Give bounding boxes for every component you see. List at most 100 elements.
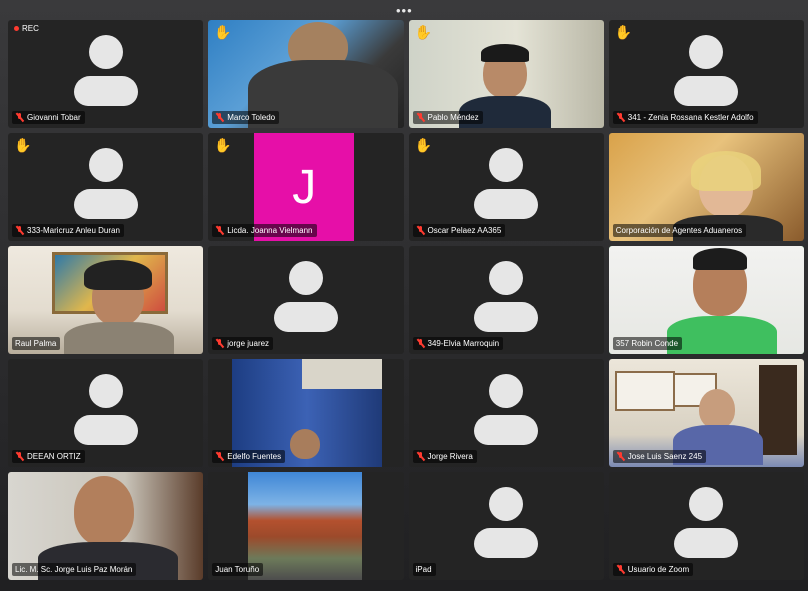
participant-hair (480, 44, 529, 62)
participant-name-tag: Jorge Rivera (412, 450, 477, 463)
participant-tile[interactable]: REC Giovanni Tobar (8, 20, 204, 128)
participant-tile[interactable]: Jorge Rivera (408, 359, 604, 467)
participant-hair (692, 248, 747, 270)
raise-hand-icon: ✋ (14, 137, 32, 153)
ceiling (302, 359, 383, 389)
participant-name-tag: Oscar Pelaez AA365 (412, 224, 506, 237)
participant-tile[interactable]: ✋ Pablo Méndez (408, 20, 604, 128)
participant-name: Corporación de Agentes Aduaneros (615, 226, 743, 235)
rec-label: REC (22, 24, 39, 33)
participant-name-tag: Jose Luis Saenz 245 (612, 450, 707, 463)
video-feed (248, 472, 363, 580)
participant-tile[interactable]: Jose Luis Saenz 245 (608, 359, 804, 467)
mic-off-icon (215, 226, 224, 235)
avatar-placeholder-icon (474, 528, 539, 559)
door (758, 365, 797, 455)
participant-name: Licda. Joanna Vielmann (227, 226, 313, 235)
participant-name-tag: Licda. Joanna Vielmann (212, 224, 317, 237)
raise-hand-icon: ✋ (414, 24, 432, 40)
participant-tile[interactable]: Edelfo Fuentes (208, 359, 404, 467)
recording-indicator: REC (14, 24, 39, 33)
avatar-placeholder-icon (73, 415, 138, 446)
avatar-placeholder-icon (489, 261, 524, 296)
participant-name-tag: Lic. M. Sc. Jorge Luis Paz Morán (12, 563, 137, 576)
participant-name: 333-Maricruz Anleu Duran (27, 226, 120, 235)
participant-tile[interactable]: J ✋ Licda. Joanna Vielmann (208, 133, 404, 241)
participant-name-tag: Juan Toruño (212, 563, 264, 576)
participant-tile[interactable]: Lic. M. Sc. Jorge Luis Paz Morán (8, 472, 204, 580)
participant-name: Jose Luis Saenz 245 (627, 452, 703, 461)
participant-torso (666, 316, 777, 354)
gallery-grid: REC Giovanni Tobar ✋ Marco Toledo ✋ Pabl… (8, 20, 804, 580)
avatar-placeholder-icon (73, 76, 138, 107)
mic-off-icon (215, 339, 224, 348)
participant-name-tag: iPad (412, 563, 436, 576)
mic-off-icon (616, 113, 625, 122)
avatar-placeholder-icon (88, 35, 123, 70)
participant-tile[interactable]: ✋ 333-Maricruz Anleu Duran (8, 133, 204, 241)
participant-name-tag: 341 - Zenia Rossana Kestler Adolfo (612, 111, 758, 124)
participant-name: Raul Palma (15, 339, 57, 348)
wall-frame (614, 371, 675, 411)
avatar-placeholder-icon (674, 76, 739, 107)
participant-torso (64, 322, 174, 354)
zoom-window: ••• REC Giovanni Tobar ✋ Marco Toledo ✋ … (0, 0, 808, 591)
avatar-placeholder-icon (689, 35, 724, 70)
participant-name: Oscar Pelaez AA365 (427, 226, 502, 235)
participant-face (698, 389, 735, 429)
avatar-placeholder-icon (689, 487, 724, 522)
participant-name: Lic. M. Sc. Jorge Luis Paz Morán (15, 565, 133, 574)
more-dots-icon[interactable]: ••• (396, 4, 413, 17)
mic-off-icon (15, 226, 24, 235)
record-dot-icon (14, 26, 19, 31)
avatar-placeholder-icon (474, 415, 539, 446)
avatar-placeholder-icon (273, 302, 338, 333)
avatar-placeholder-icon (88, 374, 123, 409)
mic-off-icon (416, 113, 425, 122)
participant-tile[interactable]: iPad (408, 472, 604, 580)
mic-off-icon (15, 452, 24, 461)
participant-name-tag: jorge juarez (212, 337, 274, 350)
participant-name: iPad (415, 565, 432, 574)
participant-tile[interactable]: ✋ 341 - Zenia Rossana Kestler Adolfo (608, 20, 804, 128)
participant-name: Edelfo Fuentes (227, 452, 282, 461)
mic-off-icon (416, 226, 425, 235)
mic-off-icon (616, 565, 625, 574)
avatar-placeholder-icon (73, 189, 138, 220)
participant-name: Juan Toruño (215, 565, 260, 574)
participant-tile[interactable]: Corporación de Agentes Aduaneros (608, 133, 804, 241)
participant-name: Giovanni Tobar (27, 113, 81, 122)
participant-tile[interactable]: ✋ Marco Toledo (208, 20, 404, 128)
participant-name: Marco Toledo (227, 113, 276, 122)
participant-tile[interactable]: Raul Palma (8, 246, 204, 354)
participant-name-tag: Corporación de Agentes Aduaneros (612, 224, 747, 237)
participant-name-tag: Pablo Méndez (412, 111, 483, 124)
participant-tile-active-speaker[interactable]: 357 Robin Conde (608, 246, 804, 354)
participant-tile[interactable]: ✋ Oscar Pelaez AA365 (408, 133, 604, 241)
mic-off-icon (416, 339, 425, 348)
participant-tile[interactable]: Usuario de Zoom (608, 472, 804, 580)
participant-name: Jorge Rivera (427, 452, 473, 461)
mic-off-icon (215, 113, 224, 122)
participant-face (290, 429, 321, 459)
avatar-placeholder-icon (288, 261, 323, 296)
participant-tile[interactable]: DEEAN ORTIZ (8, 359, 204, 467)
avatar-placeholder-icon (674, 528, 739, 559)
raise-hand-icon: ✋ (214, 24, 232, 40)
participant-tile[interactable]: 349-Elvia Marroquin (408, 246, 604, 354)
participant-tile[interactable]: jorge juarez (208, 246, 404, 354)
mic-off-icon (416, 452, 425, 461)
participant-name-tag: Marco Toledo (212, 111, 280, 124)
headset-icon (84, 260, 152, 290)
participant-name: Usuario de Zoom (627, 565, 690, 574)
participant-name-tag: Raul Palma (12, 337, 61, 350)
participant-name: DEEAN ORTIZ (27, 452, 81, 461)
raise-hand-icon: ✋ (414, 137, 432, 153)
participant-name: 357 Robin Conde (615, 339, 679, 348)
participant-name-tag: Usuario de Zoom (612, 563, 694, 576)
participant-tile[interactable]: Juan Toruño (208, 472, 404, 580)
avatar-placeholder-icon (489, 374, 524, 409)
avatar-placeholder-icon (489, 148, 524, 183)
participant-name: 341 - Zenia Rossana Kestler Adolfo (627, 113, 754, 122)
avatar-placeholder-icon (474, 189, 539, 220)
